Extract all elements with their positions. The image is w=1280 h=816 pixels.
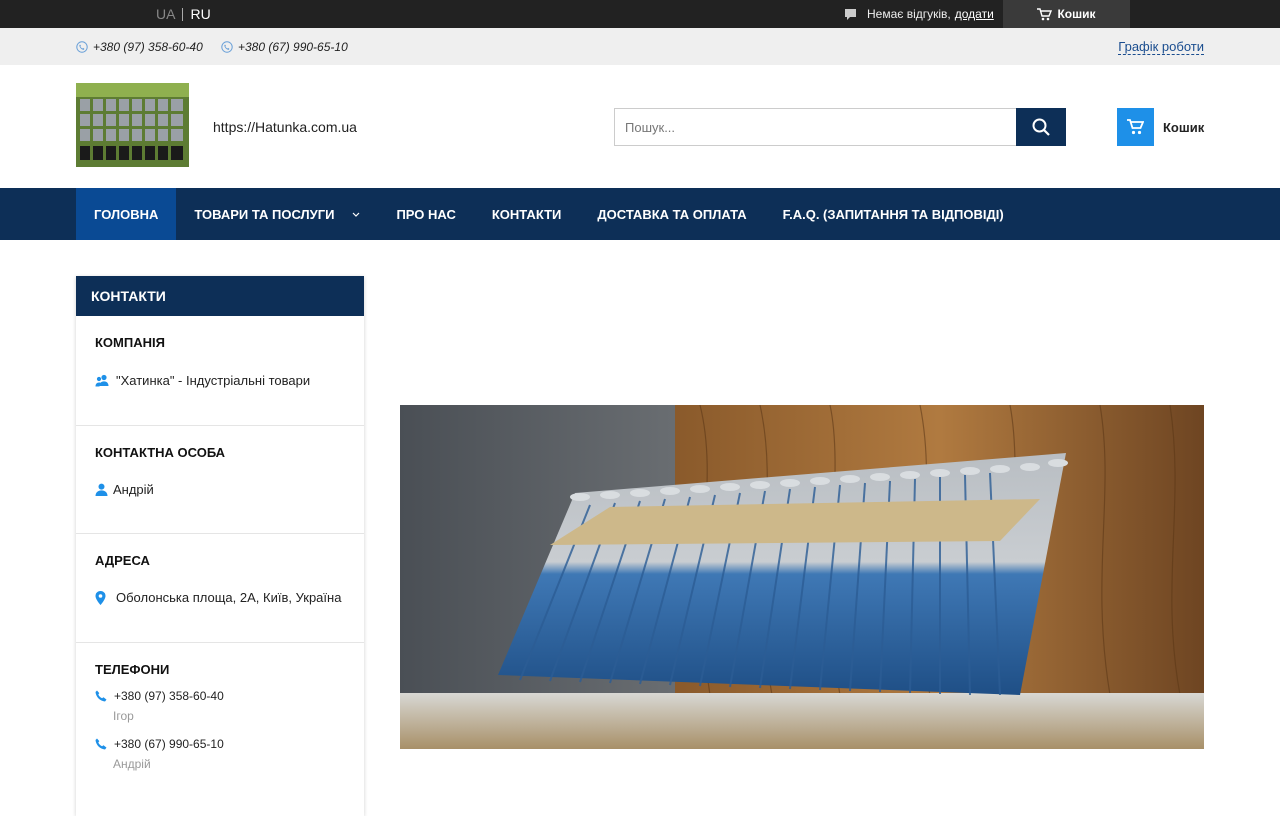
nav-item-home[interactable]: ГОЛОВНА: [76, 188, 177, 240]
contact-person-row: Андрій: [95, 482, 154, 497]
phones-section: ТЕЛЕФОНИ +380 (97) 358-60-40 Ігор +380 (…: [76, 643, 364, 813]
lang-ua-link[interactable]: UA: [156, 6, 175, 22]
top-cart-button[interactable]: Кошик: [1003, 0, 1130, 28]
company-name: "Хатинка" - Індустріальні товари: [116, 373, 311, 388]
logo-image: [76, 83, 189, 167]
map-pin-icon: [95, 590, 106, 605]
site-logo[interactable]: [76, 83, 189, 167]
address-section: АДРЕСА Оболонська площа, 2А, Київ, Украї…: [76, 534, 364, 643]
address-row: Оболонська площа, 2А, Київ, Україна: [95, 590, 341, 605]
add-review-link[interactable]: додати: [955, 7, 994, 21]
language-switcher: UA RU: [156, 0, 211, 28]
user-icon: [95, 483, 108, 496]
nav-item-label: ГОЛОВНА: [94, 206, 159, 222]
phone-row[interactable]: +380 (97) 358-60-40: [95, 689, 224, 703]
phone-number: +380 (97) 358-60-40: [114, 689, 224, 703]
header-cart[interactable]: Кошик: [1117, 108, 1204, 146]
hero-banner-image: [400, 405, 1204, 749]
lang-divider: [182, 7, 184, 21]
nav-item-delivery[interactable]: ДОСТАВКА ТА ОПЛАТА: [579, 188, 764, 240]
phones-title: ТЕЛЕФОНИ: [95, 662, 170, 677]
nav-item-label: ПРО НАС: [396, 206, 456, 222]
phone-icon: [95, 738, 107, 750]
cart-icon: [1037, 7, 1053, 20]
address-text: Оболонська площа, 2А, Київ, Україна: [116, 590, 342, 605]
search-icon: [1032, 118, 1050, 136]
nav-item-about[interactable]: ПРО НАС: [378, 188, 473, 240]
top-bar: UA RU Немає відгуків, додати Кошик: [0, 0, 1280, 28]
users-icon: [95, 374, 109, 387]
phone-entry-1: +380 (97) 358-60-40 Ігор: [95, 689, 224, 723]
nav-item-label: F.A.Q. (ЗАПИТАННЯ ТА ВІДПОВІДІ): [782, 206, 1004, 222]
chat-icon: [845, 8, 856, 20]
search-button[interactable]: [1016, 108, 1066, 146]
phone-entry-2: +380 (67) 990-65-10 Андрій: [95, 737, 224, 771]
contact-person-section: КОНТАКТНА ОСОБА Андрій: [76, 426, 364, 534]
cart-icon: [1127, 119, 1144, 135]
site-header: https://Hatunka.com.ua Кошик: [0, 65, 1280, 188]
phone-number: +380 (67) 990-65-10: [114, 737, 224, 751]
chevron-down-icon[interactable]: [352, 212, 360, 217]
nav-item-label: КОНТАКТИ: [491, 206, 562, 222]
reviews-text: Немає відгуків,: [867, 7, 951, 21]
main-nav: ГОЛОВНА ТОВАРИ ТА ПОСЛУГИ ПРО НАС КОНТАК…: [0, 188, 1280, 240]
company-title: КОМПАНІЯ: [95, 335, 165, 350]
phone-owner: Ігор: [113, 709, 134, 723]
cart-icon-box: [1117, 108, 1154, 146]
phone-row[interactable]: +380 (67) 990-65-10: [95, 737, 224, 751]
header-phone-2-text: +380 (67) 990-65-10: [238, 39, 348, 54]
nav-item-products[interactable]: ТОВАРИ ТА ПОСЛУГИ: [176, 188, 378, 240]
site-url: https://Hatunka.com.ua: [213, 119, 357, 135]
address-title: АДРЕСА: [95, 553, 150, 568]
lang-ru-link[interactable]: RU: [190, 6, 210, 22]
header-phone-1-text: +380 (97) 358-60-40: [93, 39, 203, 54]
company-section: КОМПАНІЯ "Хатинка" - Індустріальні товар…: [76, 316, 364, 426]
phone-owner: Андрій: [113, 757, 151, 771]
header-cart-label: Кошик: [1163, 119, 1205, 135]
contacts-sidebar: КОНТАКТИ КОМПАНІЯ "Хатинка" - Індустріал…: [76, 276, 364, 816]
search-input[interactable]: [614, 108, 1016, 146]
contact-person-title: КОНТАКТНА ОСОБА: [95, 445, 226, 460]
phone-icon: [95, 690, 107, 702]
nav-item-label: ДОСТАВКА ТА ОПЛАТА: [597, 206, 747, 222]
nav-item-label: ТОВАРИ ТА ПОСЛУГИ: [194, 206, 335, 222]
reviews-info: Немає відгуків, додати: [844, 0, 994, 28]
header-phone-2[interactable]: +380 (67) 990-65-10: [221, 28, 348, 65]
contact-strip: +380 (97) 358-60-40 +380 (67) 990-65-10 …: [0, 28, 1280, 65]
phone-icon: [76, 40, 88, 53]
contact-person-name: Андрій: [113, 482, 154, 497]
sidebar-title: КОНТАКТИ: [76, 276, 364, 316]
search-bar: [614, 108, 1066, 146]
header-phone-1[interactable]: +380 (97) 358-60-40: [76, 28, 203, 65]
phone-icon: [221, 40, 233, 53]
nav-item-faq[interactable]: F.A.Q. (ЗАПИТАННЯ ТА ВІДПОВІДІ): [765, 188, 1022, 240]
schedule-link[interactable]: Графік роботи: [1118, 39, 1204, 55]
nails-photo: [400, 405, 1204, 749]
company-row: "Хатинка" - Індустріальні товари: [95, 373, 310, 388]
nav-item-contacts[interactable]: КОНТАКТИ: [474, 188, 580, 240]
top-cart-label: Кошик: [1057, 7, 1096, 21]
